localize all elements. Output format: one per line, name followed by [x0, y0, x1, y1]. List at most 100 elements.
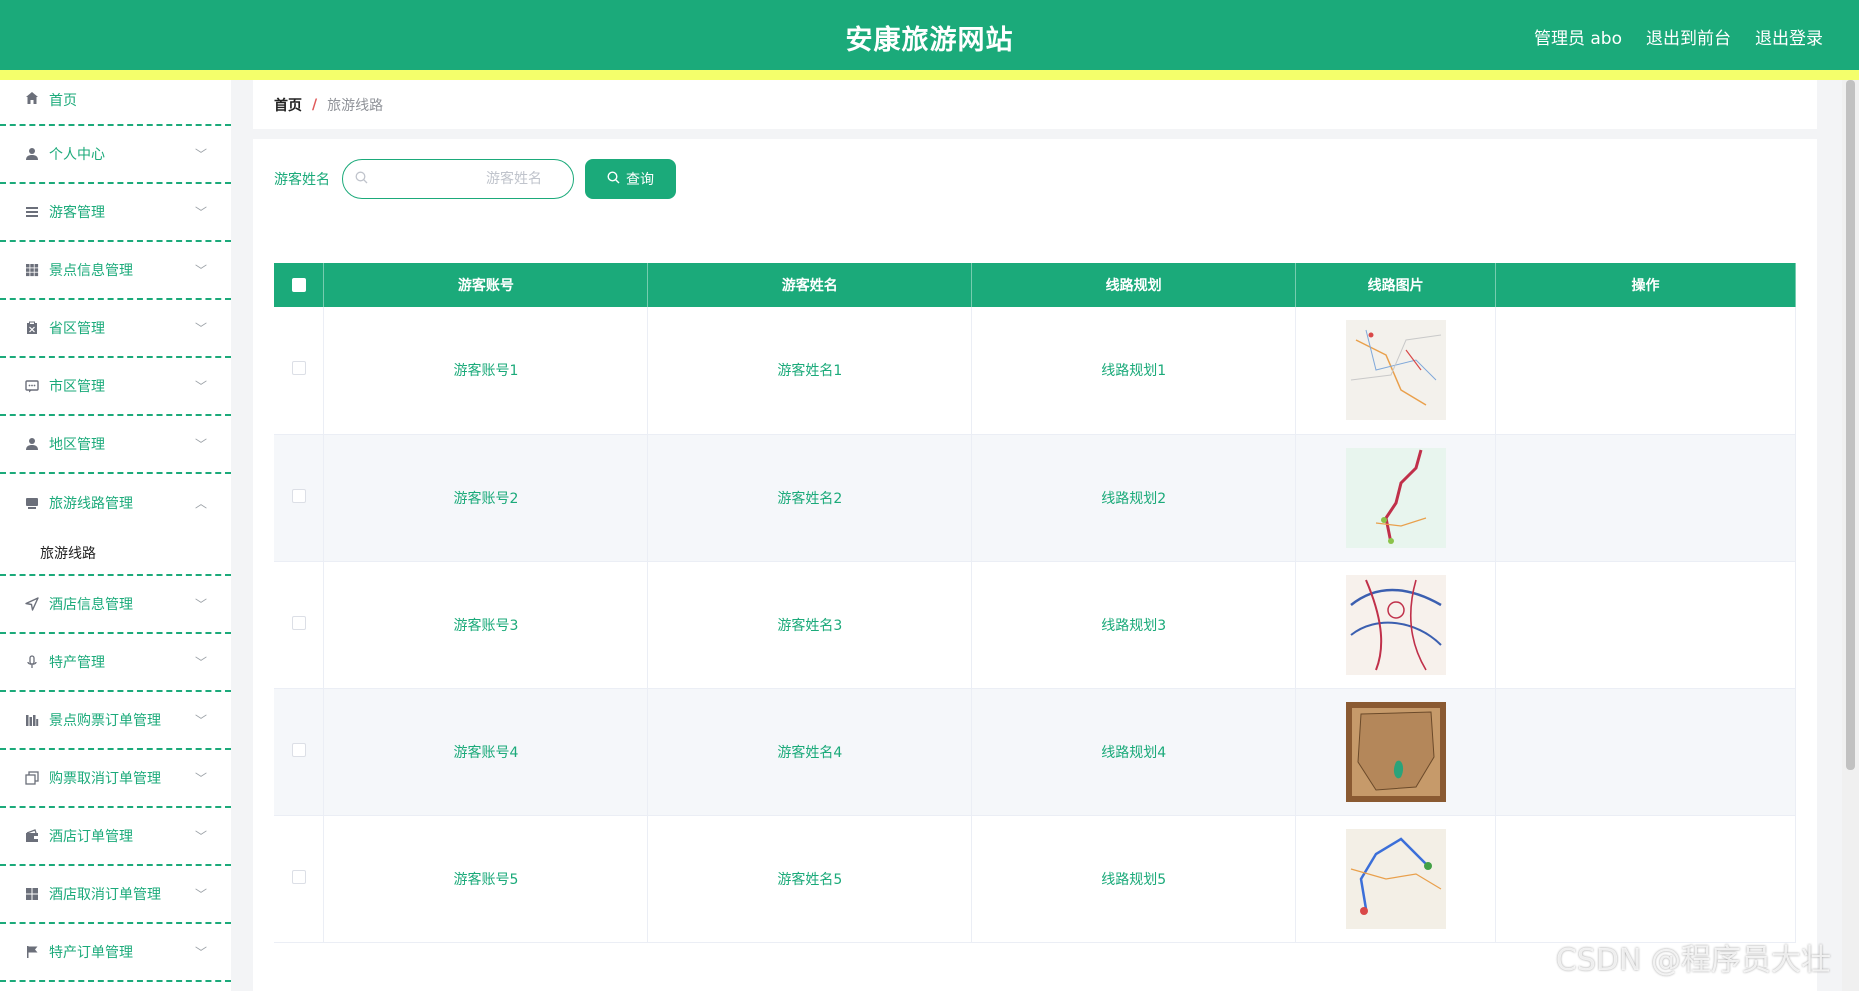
chevron-down-icon: ﹀	[194, 321, 207, 336]
navigation-icon	[24, 596, 40, 612]
microphone-icon	[24, 654, 40, 670]
cell-route: 线路规划2	[971, 434, 1297, 562]
sidebar-item-routes[interactable]: 旅游线路管理 ︿	[0, 474, 231, 532]
cell-account: 游客账号1	[323, 307, 649, 435]
clipboard-icon	[24, 320, 40, 336]
sidebar-item-province[interactable]: 省区管理 ﹀	[0, 300, 231, 358]
cell-actions	[1495, 307, 1796, 435]
route-map-image[interactable]	[1345, 701, 1446, 802]
header-name: 游客姓名	[647, 263, 973, 307]
route-map-image[interactable]	[1345, 828, 1446, 929]
row-checkbox-cell	[274, 815, 325, 943]
chevron-down-icon: ﹀	[194, 379, 207, 394]
cell-name: 游客姓名4	[647, 688, 973, 816]
copy-icon	[24, 770, 40, 786]
cell-account: 游客账号5	[323, 815, 649, 943]
cell-actions	[1495, 561, 1796, 689]
cell-image	[1295, 815, 1497, 943]
sidebar-item-label: 省区管理	[49, 321, 105, 337]
chevron-up-icon: ︿	[194, 496, 207, 511]
sidebar-item-home[interactable]: 首页	[0, 80, 231, 126]
query-button[interactable]: 查询	[585, 159, 676, 199]
row-checkbox[interactable]	[291, 361, 306, 376]
header-account: 游客账号	[323, 263, 649, 307]
front-link[interactable]: 退出到前台	[1646, 24, 1731, 49]
header-actions: 操作	[1495, 263, 1796, 307]
chat-icon	[24, 378, 40, 394]
sidebar-item-region[interactable]: 地区管理 ﹀	[0, 416, 231, 474]
sidebar-item-specialty-orders[interactable]: 特产订单管理 ﹀	[0, 924, 231, 982]
search-label: 游客姓名	[274, 172, 330, 188]
route-map-image[interactable]	[1345, 320, 1446, 421]
cell-actions	[1495, 434, 1796, 562]
sidebar-item-specialty[interactable]: 特产管理 ﹀	[0, 634, 231, 692]
chevron-down-icon: ﹀	[194, 263, 207, 278]
cell-name: 游客姓名1	[647, 307, 973, 435]
sidebar-item-profile[interactable]: 个人中心 ﹀	[0, 126, 231, 184]
content-panel: 游客姓名 查询 游客账号 游客姓名 线路规划	[253, 139, 1817, 991]
sidebar-item-label: 特产订单管理	[49, 945, 133, 961]
sidebar-item-hotel[interactable]: 酒店信息管理 ﹀	[0, 576, 231, 634]
row-checkbox-cell	[274, 561, 325, 689]
search-row: 游客姓名 查询	[274, 159, 676, 199]
scrollbar-thumb[interactable]	[1846, 80, 1855, 770]
logout-link[interactable]: 退出登录	[1755, 24, 1823, 49]
search-input[interactable]	[368, 171, 562, 187]
cell-name: 游客姓名2	[647, 434, 973, 562]
select-all-header	[274, 263, 325, 307]
table-row: 游客账号3 游客姓名3 线路规划3	[274, 561, 1796, 689]
row-checkbox[interactable]	[291, 742, 306, 757]
cell-image	[1295, 307, 1497, 435]
route-map-image[interactable]	[1345, 447, 1446, 548]
chevron-down-icon: ﹀	[194, 597, 207, 612]
page-scrollbar[interactable]	[1842, 80, 1859, 991]
apps-icon	[24, 886, 40, 902]
sidebar-item-scenic[interactable]: 景点信息管理 ﹀	[0, 242, 231, 300]
sidebar-item-label: 酒店订单管理	[49, 829, 133, 845]
chevron-down-icon: ﹀	[194, 655, 207, 670]
query-button-label: 查询	[626, 172, 654, 188]
sidebar: 首页 个人中心 ﹀ 游客管理 ﹀ 景点信息管理 ﹀ 省区管理 ﹀ 市区管理 ﹀	[0, 80, 231, 991]
accent-bar	[0, 70, 1859, 80]
breadcrumb-separator: /	[312, 96, 318, 113]
header-links: 管理员 abo 退出到前台 退出登录	[1534, 24, 1823, 49]
monitor-icon	[24, 495, 40, 511]
row-checkbox[interactable]	[291, 869, 306, 884]
wallet-icon	[24, 828, 40, 844]
sidebar-item-label: 市区管理	[49, 379, 105, 395]
home-icon	[24, 90, 40, 106]
admin-label[interactable]: 管理员 abo	[1534, 24, 1622, 49]
table-row: 游客账号2 游客姓名2 线路规划2	[274, 434, 1796, 562]
row-checkbox-cell	[274, 307, 325, 435]
sidebar-item-label: 购票取消订单管理	[49, 771, 161, 787]
cell-route: 线路规划1	[971, 307, 1297, 435]
breadcrumb: 首页 / 旅游线路	[253, 80, 1817, 129]
sidebar-item-city[interactable]: 市区管理 ﹀	[0, 358, 231, 416]
sidebar-item-label: 游客管理	[49, 205, 105, 221]
cell-account: 游客账号2	[323, 434, 649, 562]
sidebar-item-tourists[interactable]: 游客管理 ﹀	[0, 184, 231, 242]
cell-route: 线路规划5	[971, 815, 1297, 943]
sidebar-item-label: 首页	[49, 93, 77, 109]
chevron-down-icon: ﹀	[194, 205, 207, 220]
cell-name: 游客姓名5	[647, 815, 973, 943]
row-checkbox[interactable]	[291, 488, 306, 503]
grid-icon	[24, 262, 40, 278]
sidebar-item-label: 特产管理	[49, 655, 105, 671]
cell-image	[1295, 561, 1497, 689]
select-all-checkbox[interactable]	[291, 278, 306, 292]
sidebar-item-hotel-orders[interactable]: 酒店订单管理 ﹀	[0, 808, 231, 866]
cell-image	[1295, 688, 1497, 816]
route-map-image[interactable]	[1345, 574, 1446, 675]
row-checkbox[interactable]	[291, 615, 306, 630]
sidebar-item-label: 景点购票订单管理	[49, 713, 161, 729]
sidebar-item-ticket-cancel[interactable]: 购票取消订单管理 ﹀	[0, 750, 231, 808]
submenu-item-routes[interactable]: 旅游线路	[0, 532, 231, 576]
breadcrumb-home[interactable]: 首页	[274, 95, 302, 115]
cell-name: 游客姓名3	[647, 561, 973, 689]
sidebar-item-hotel-cancel[interactable]: 酒店取消订单管理 ﹀	[0, 866, 231, 924]
flag-icon	[24, 944, 40, 960]
sidebar-item-ticket-orders[interactable]: 景点购票订单管理 ﹀	[0, 692, 231, 750]
search-icon	[355, 171, 368, 188]
chevron-down-icon: ﹀	[194, 147, 207, 162]
